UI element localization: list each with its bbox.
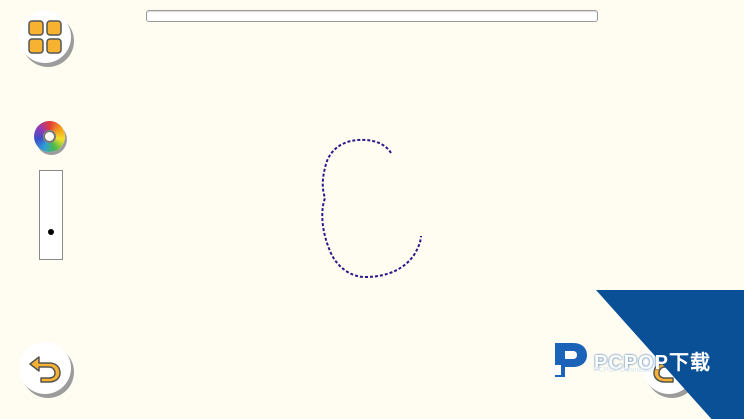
watermark-logo-icon [551, 343, 587, 377]
undo-button[interactable] [19, 342, 71, 394]
undo-arrow-icon [29, 356, 61, 383]
drawn-stroke [321, 138, 422, 279]
watermark-sub: PCPOP Download [594, 367, 652, 374]
